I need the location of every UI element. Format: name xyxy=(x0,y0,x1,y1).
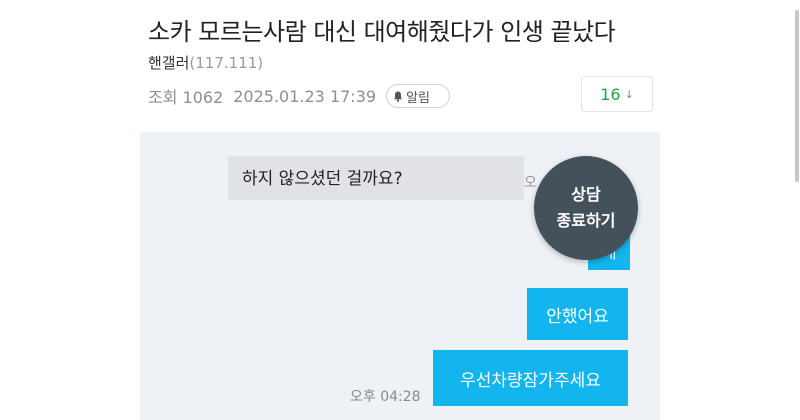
author-ip: (117.111) xyxy=(189,54,264,72)
alarm-button[interactable]: 알림 xyxy=(386,84,450,108)
end-button-line2: 종료하기 xyxy=(556,211,616,230)
sent-message: 우선차량잠가주세요 xyxy=(433,350,628,406)
post-title: 소카 모르는사람 대신 대여해줬다가 인생 끝났다 xyxy=(148,18,616,46)
post-header: 소카 모르는사람 대신 대여해줬다가 인생 끝났다 핸갤러(117.111) 조… xyxy=(140,0,799,182)
message-time: 오 xyxy=(524,175,537,191)
alarm-label: 알림 xyxy=(406,90,430,106)
meta-row: 조회 1062 2025.01.23 17:39 알림 xyxy=(148,84,450,108)
message-time: 오후 04:28 xyxy=(350,389,421,405)
bell-icon xyxy=(394,91,403,102)
comment-count: 16 xyxy=(600,84,621,104)
received-message: 하지 않으셨던 걸까요? xyxy=(228,156,524,200)
left-margin xyxy=(0,0,135,420)
sent-message: 안했어요 xyxy=(527,288,628,340)
author-row: 핸갤러(117.111) xyxy=(148,52,263,73)
end-consultation-button[interactable]: 상담 종료하기 xyxy=(534,156,638,260)
right-margin xyxy=(665,0,800,420)
author-name[interactable]: 핸갤러 xyxy=(148,54,189,72)
end-button-line1: 상담 xyxy=(571,185,601,204)
view-count: 조회 1062 xyxy=(148,88,224,107)
post-date: 2025.01.23 17:39 xyxy=(233,86,377,106)
comment-count-button[interactable]: 16 ↓ xyxy=(581,76,653,112)
scrollbar[interactable] xyxy=(795,10,799,182)
down-arrow-icon: ↓ xyxy=(624,87,634,101)
